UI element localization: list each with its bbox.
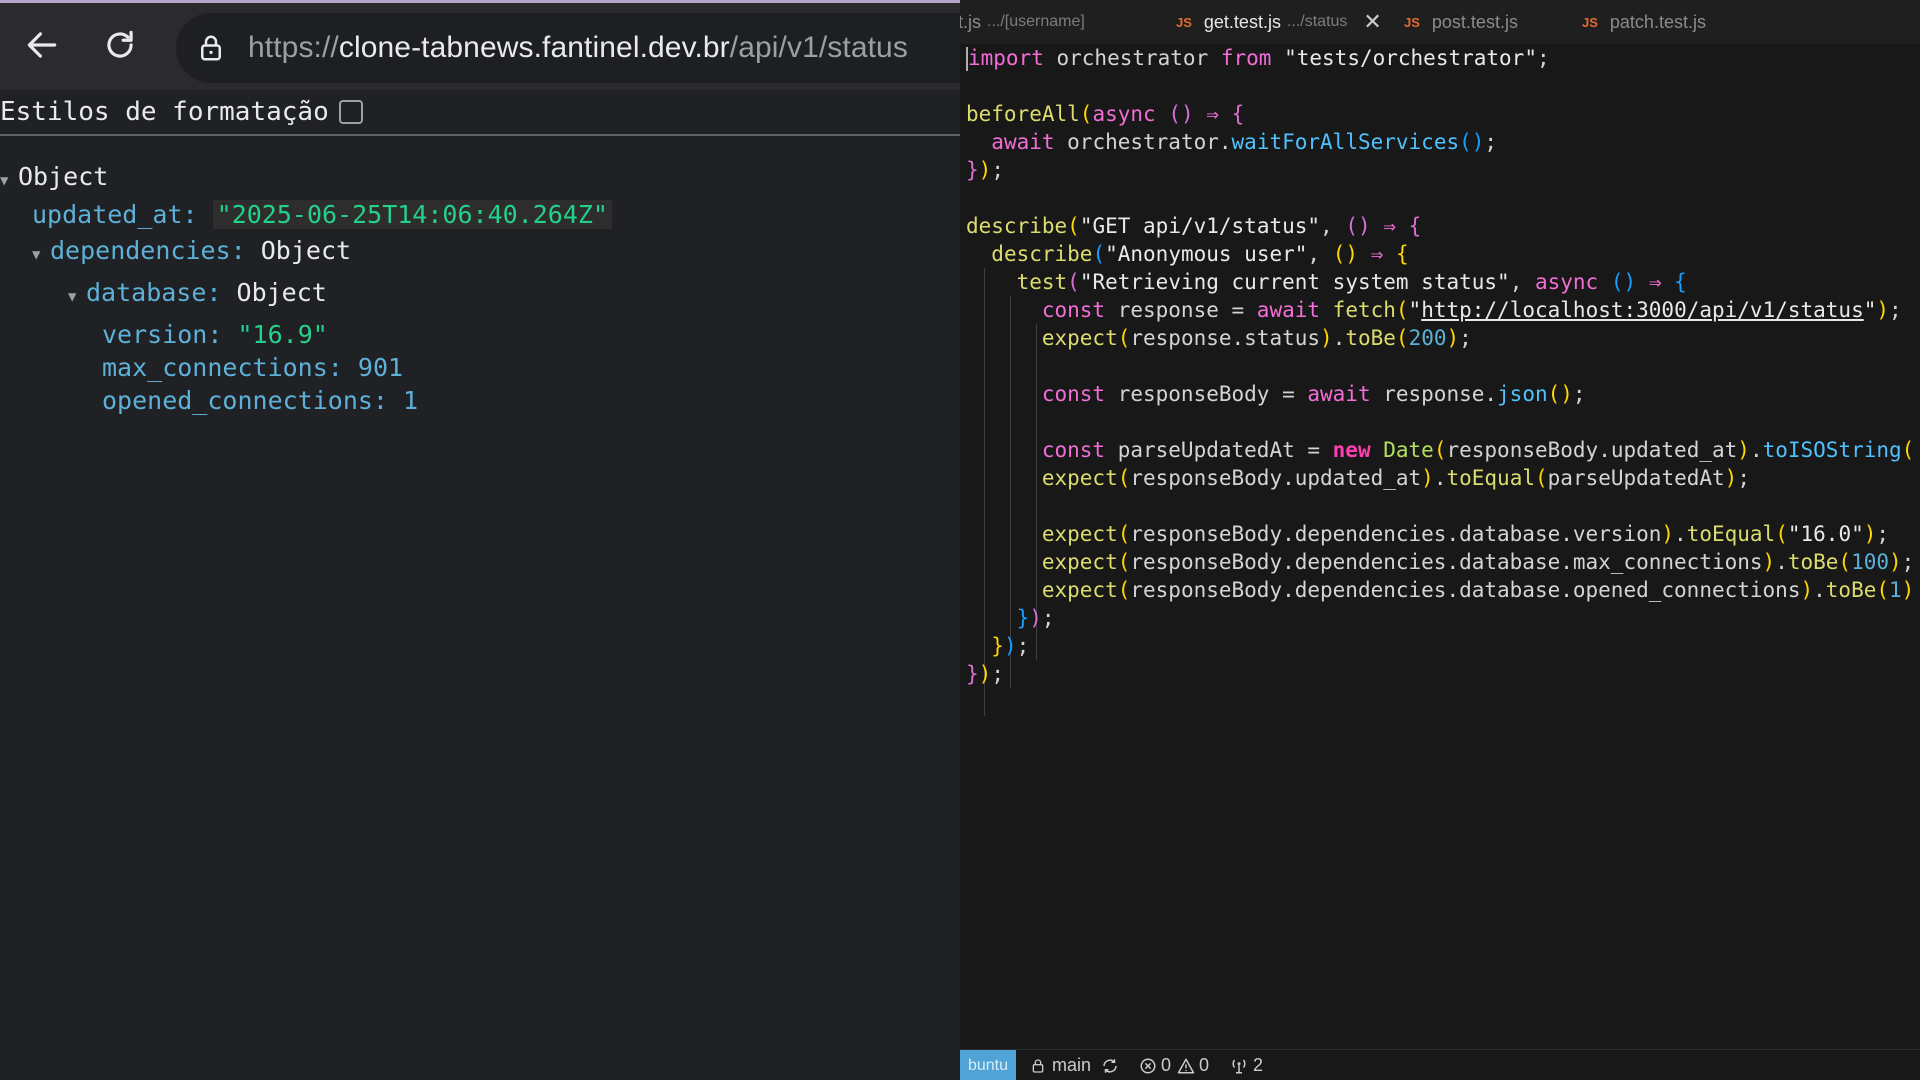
json-row-version: version: "16.9" [102,318,328,352]
code-line: }); [966,662,1004,686]
code-line: const responseBody = await response.json… [1041,382,1586,406]
tab-label: patch.test.js [1609,11,1706,32]
tab-post-test[interactable]: JS post.test.js [1404,0,1518,44]
reload-button[interactable] [96,21,144,69]
json-row-database[interactable]: ▼ database: Object [68,276,327,314]
code-line: expect(responseBody.updated_at).toEqual(… [1041,466,1750,490]
browser-window: https://clone-tabnews.fantinel.dev.br/ap… [0,0,960,1080]
back-button[interactable] [18,21,66,69]
url-host: clone-tabnews.fantinel.dev.br [338,31,730,64]
code-line: describe("Anonymous user", () ⇒ { [991,242,1409,266]
code-line: const parseUpdatedAt = new Date(response… [1041,438,1915,462]
json-string-value: "2025-06-25T14:06:40.264Z" [212,200,612,229]
json-key: version: [102,320,223,349]
json-row-opened-connections: opened_connections: 1 [102,384,418,418]
pretty-print-label: Estilos de formatação [0,97,329,127]
tab-path: .../status [1286,13,1348,30]
json-root-label: Object [18,162,109,191]
json-string-value: "16.9" [237,320,328,349]
json-number-value: 901 [357,353,404,382]
tab-label: get.test.js [1203,11,1281,32]
js-file-icon: JS [1404,14,1420,30]
code-line: }); [1016,606,1055,630]
lock-icon [1032,1058,1044,1073]
tab-username-test[interactable]: t.js .../[username] [960,0,1085,44]
code-line: beforeAll(async () ⇒ { [966,102,1245,126]
json-key: database: [86,278,222,307]
tab-path: .../[username] [987,13,1085,30]
code-line: }); [991,634,1030,658]
pretty-print-bar: Estilos de formatação [0,90,960,136]
lock-icon[interactable] [194,31,228,65]
remote-indicator[interactable]: buntu [960,1050,1016,1080]
json-key: max_connections: [102,353,343,382]
json-row-updated-at: updated_at: "2025-06-25T14:06:40.264Z" [32,198,612,232]
code-line: test("Retrieving current system status",… [1016,270,1687,294]
triangle-down-icon[interactable]: ▼ [32,238,50,272]
code-line: describe("GET api/v1/status", () ⇒ { [966,214,1422,238]
code-line: const response = await fetch("http://loc… [1041,298,1902,322]
code-line: import orchestrator from "tests/orchestr… [966,46,1550,71]
json-object-label: Object [260,236,352,265]
json-row-dependencies[interactable]: ▼ dependencies: Object [32,234,351,272]
url-text[interactable]: https://clone-tabnews.fantinel.dev.br/ap… [248,31,908,65]
error-count: 0 [1161,1055,1172,1075]
warning-count: 0 [1199,1055,1210,1075]
code-line: expect(responseBody.dependencies.databas… [1041,550,1915,574]
browser-toolbar: https://clone-tabnews.fantinel.dev.br/ap… [0,3,960,90]
json-root-row[interactable]: ▼ Object [0,160,108,198]
status-bar: buntu main 0 0 2 [960,1049,1920,1080]
ports-indicator[interactable]: 2 [1229,1055,1263,1076]
arrow-left-icon [27,32,57,58]
tab-get-test[interactable]: JS get.test.js .../status ✕ [1160,0,1398,44]
js-file-icon: JS [1176,14,1192,30]
json-key: updated_at: [32,200,198,229]
warning-icon [1177,1058,1195,1073]
code-line: expect(response.status).toBe(200); [1041,326,1472,350]
sync-icon[interactable] [1101,1057,1119,1075]
reload-icon [107,30,133,58]
close-icon[interactable]: ✕ [1363,9,1381,35]
json-key: opened_connections: [102,386,388,415]
code-line: }); [966,158,1004,182]
code-line: expect(responseBody.dependencies.databas… [1041,578,1915,602]
error-icon [1140,1058,1156,1073]
address-bar[interactable]: https://clone-tabnews.fantinel.dev.br/ap… [176,13,960,83]
problems-indicator[interactable]: 0 0 [1139,1055,1209,1076]
code-line: await orchestrator.waitForAllServices(); [991,130,1498,154]
url-scheme: https:// [248,31,339,64]
tab-label: t.js [960,11,982,32]
branch-name: main [1052,1055,1092,1075]
broadcast-icon [1232,1059,1246,1073]
editor-tab-bar: t.js .../[username] JS get.test.js .../s… [960,0,1920,44]
triangle-down-icon[interactable]: ▼ [0,164,18,198]
tab-patch-test[interactable]: JS patch.test.js [1582,0,1706,44]
js-file-icon: JS [1582,14,1598,30]
triangle-down-icon[interactable]: ▼ [68,280,86,314]
ports-count: 2 [1253,1055,1264,1075]
json-row-max-connections: max_connections: 901 [102,351,403,385]
json-key: dependencies: [50,236,246,265]
pretty-print-checkbox[interactable] [338,100,363,124]
tab-label: post.test.js [1431,11,1518,32]
code-line: expect(responseBody.dependencies.databas… [1041,522,1890,546]
code-editor: t.js .../[username] JS get.test.js .../s… [960,0,1920,1080]
branch-indicator[interactable]: main [1030,1055,1119,1076]
json-object-label: Object [236,278,327,307]
url-path: /api/v1/status [729,31,908,64]
json-number-value: 1 [403,386,419,415]
